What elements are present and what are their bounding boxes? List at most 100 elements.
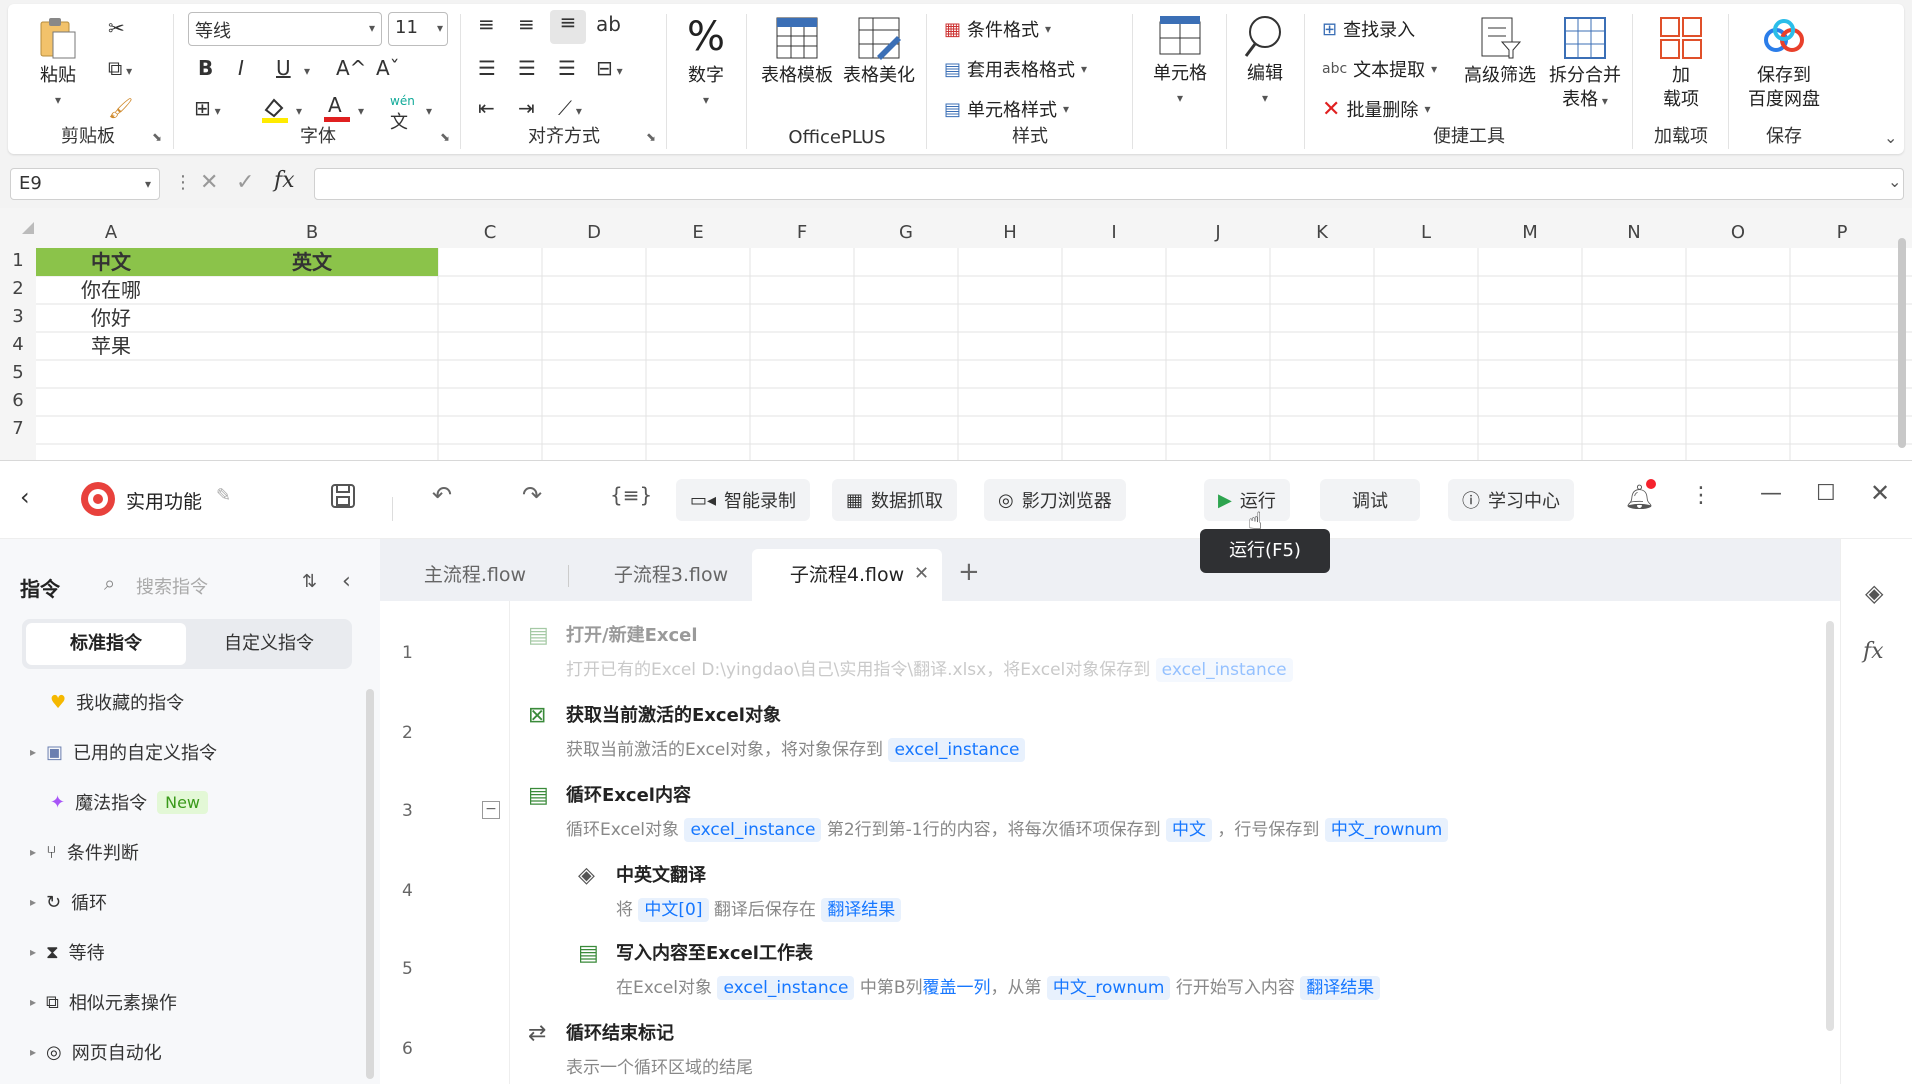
column-header-l[interactable]: L (1374, 222, 1478, 250)
tab-subflow-3[interactable]: 子流程3.flow (576, 549, 766, 601)
row-header[interactable]: 2 (0, 278, 36, 306)
chevron-down-icon[interactable]: ▾ (358, 104, 364, 118)
merge-cells-icon[interactable]: ⊟ ▾ (596, 56, 623, 80)
table-format-button[interactable]: ▤ 套用表格格式 ▾ (944, 56, 1087, 82)
number-format-button[interactable]: % 数字 ▾ (672, 14, 740, 112)
save-baidu-button[interactable]: 保存到 百度网盘 (1736, 16, 1832, 112)
column-header-f[interactable]: F (750, 222, 854, 250)
tab-main-flow[interactable]: 主流程.flow (390, 549, 560, 601)
edit-name-icon[interactable]: ✎ (216, 485, 231, 506)
advanced-filter-button[interactable]: 高级筛选 (1462, 16, 1538, 88)
close-tab-icon[interactable]: ✕ (914, 563, 929, 584)
align-bottom-icon[interactable]: ≡ (550, 10, 586, 44)
decrease-indent-icon[interactable]: ⇤ (478, 96, 495, 120)
copy-icon[interactable]: ⧉ ▾ (108, 56, 132, 80)
column-header-m[interactable]: M (1478, 222, 1582, 250)
edit-button[interactable]: 编辑 ▾ (1230, 14, 1300, 110)
sidebar-item-magic[interactable]: ✦ 魔法指令 New (50, 789, 208, 815)
variables-icon[interactable]: {≡} (610, 483, 652, 507)
redo-icon[interactable]: ↷ (522, 481, 542, 509)
run-button[interactable]: ▶ 运行 (1204, 479, 1290, 521)
name-box[interactable]: E9 ▾ (10, 168, 160, 200)
cells-button[interactable]: 单元格 ▾ (1138, 14, 1222, 110)
add-tab-icon[interactable]: + (958, 557, 980, 587)
column-header-j[interactable]: J (1166, 222, 1270, 250)
sidebar-item-used-custom[interactable]: ▸ ▣ 已用的自定义指令 (30, 739, 217, 765)
smart-record-button[interactable]: ▭◂ 智能录制 (676, 479, 811, 521)
collapse-block-icon[interactable]: − (482, 801, 500, 819)
step-loop-end[interactable]: ⇄ 循环结束标记 表示一个循环区域的结尾 (528, 1019, 753, 1078)
tab-custom-commands[interactable]: 自定义指令 (190, 623, 348, 665)
column-header-c[interactable]: C (438, 222, 542, 250)
column-header-h[interactable]: H (958, 222, 1062, 250)
font-name-select[interactable]: 等线 ▾ (188, 12, 382, 46)
paste-button[interactable]: 粘贴 ▾ (30, 16, 86, 112)
table-beautify-button[interactable]: 表格美化 (840, 16, 918, 88)
align-right-icon[interactable]: ☰ (558, 56, 576, 80)
border-icon[interactable]: ⊞ ▾ (194, 96, 221, 120)
formula-input[interactable] (314, 168, 1904, 200)
cell-a3[interactable]: 你好 (36, 304, 186, 332)
shrink-font-button[interactable]: Aˇ (376, 56, 400, 80)
cell-a1[interactable]: 中文 (36, 248, 186, 276)
dialog-launcher-icon[interactable]: ⬊ (152, 130, 162, 144)
row-header[interactable]: 6 (0, 390, 36, 418)
column-header-k[interactable]: K (1270, 222, 1374, 250)
insert-function-icon[interactable]: fx (274, 168, 295, 193)
chevron-down-icon[interactable]: ▾ (304, 64, 310, 78)
align-center-icon[interactable]: ☰ (518, 56, 536, 80)
sidebar-item-similar-elements[interactable]: ▸ ⧉ 相似元素操作 (30, 989, 177, 1015)
undo-icon[interactable]: ↶ (432, 481, 452, 509)
browser-button[interactable]: ◎ 影刀浏览器 (984, 479, 1126, 521)
grow-font-button[interactable]: A^ (336, 56, 366, 80)
column-header-i[interactable]: I (1062, 222, 1166, 250)
sidebar-item-web-automation[interactable]: ▸ ◎ 网页自动化 (30, 1039, 162, 1065)
collapse-sidebar-icon[interactable]: ‹ (342, 569, 351, 594)
sort-icon[interactable]: ⇅ (302, 571, 317, 592)
align-top-icon[interactable]: ≡ (478, 12, 495, 36)
tab-standard-commands[interactable]: 标准指令 (26, 623, 186, 665)
text-extract-button[interactable]: abc 文本提取 ▾ (1322, 56, 1437, 82)
format-painter-icon[interactable]: 🖌 (108, 96, 133, 120)
underline-button[interactable]: U (276, 56, 291, 80)
step-translate[interactable]: ◈ 中英文翻译 将 中文[0] 翻译后保存在 翻译结果 (578, 861, 902, 922)
data-scrape-button[interactable]: ▦ 数据抓取 (832, 479, 958, 521)
split-merge-button[interactable]: 拆分合并 表格 ▾ (1542, 16, 1628, 113)
collapse-ribbon-icon[interactable]: ⌄ (1884, 128, 1897, 147)
save-icon[interactable] (330, 483, 356, 513)
minimize-icon[interactable]: — (1760, 481, 1782, 506)
column-header-a[interactable]: A (36, 222, 186, 250)
back-icon[interactable]: ‹ (20, 483, 30, 511)
find-entry-button[interactable]: ⊞ 查找录入 (1322, 16, 1415, 42)
table-template-button[interactable]: 表格模板 (758, 16, 836, 88)
row-header[interactable]: 7 (0, 418, 36, 446)
more-icon[interactable]: ⋮ (174, 172, 192, 193)
chevron-down-icon[interactable]: ⌄ (1888, 172, 1901, 191)
step-write-excel[interactable]: ▤ 写入内容至Excel工作表 在Excel对象 excel_instance … (578, 939, 1381, 1000)
sidebar-item-loop[interactable]: ▸ ↻ 循环 (30, 889, 107, 915)
addins-button[interactable]: 加 载项 (1644, 16, 1718, 112)
cancel-icon[interactable]: ✕ (200, 170, 218, 195)
column-header-g[interactable]: G (854, 222, 958, 250)
sidebar-item-wait[interactable]: ▸ ⧗ 等待 (30, 939, 105, 965)
batch-delete-button[interactable]: ✕ 批量删除 ▾ (1322, 96, 1430, 122)
step-get-active-excel[interactable]: ⊠ 获取当前激活的Excel对象 获取当前激活的Excel对象，将对象保存到 e… (528, 701, 1026, 762)
cut-icon[interactable]: ✂ (108, 16, 125, 40)
conditional-format-button[interactable]: ▦ 条件格式 ▾ (944, 16, 1051, 42)
sidebar-item-favorites[interactable]: ♥ 我收藏的指令 (50, 689, 184, 715)
close-icon[interactable]: ✕ (1870, 479, 1890, 507)
sidebar-item-condition[interactable]: ▸ ⑂ 条件判断 (30, 839, 139, 865)
cell-a2[interactable]: 你在哪 (36, 276, 186, 304)
column-header-o[interactable]: O (1686, 222, 1790, 250)
align-left-icon[interactable]: ☰ (478, 56, 496, 80)
row-header[interactable]: 4 (0, 334, 36, 362)
cell-style-button[interactable]: ▤ 单元格样式 ▾ (944, 96, 1069, 122)
search-input[interactable]: 搜索指令 (136, 573, 208, 599)
orientation-icon[interactable]: ⟋ ▾ (558, 96, 582, 120)
sidebar-scrollbar[interactable] (366, 689, 374, 1079)
layers-icon[interactable]: ◈ (1865, 579, 1883, 607)
increase-indent-icon[interactable]: ⇥ (518, 96, 535, 120)
column-header-e[interactable]: E (646, 222, 750, 250)
step-open-excel[interactable]: ▤ 打开/新建Excel 打开已有的Excel D:\yingdao\自己\实用… (528, 621, 1293, 682)
column-header-b[interactable]: B (186, 222, 438, 250)
